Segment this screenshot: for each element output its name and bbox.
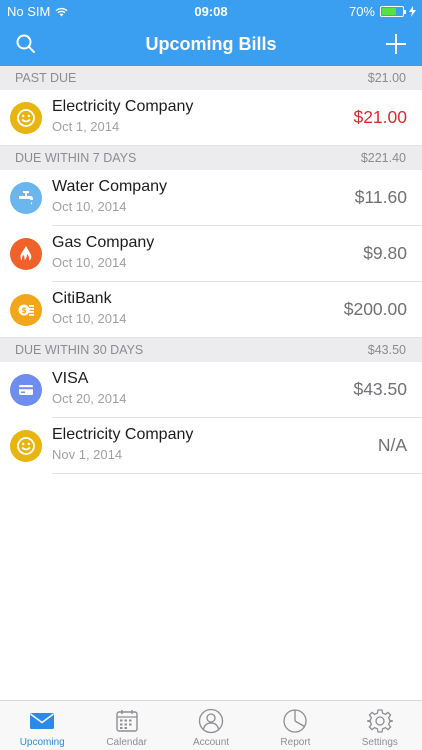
section-title: PAST DUE xyxy=(15,71,77,85)
bill-text: CitiBank Oct 10, 2014 xyxy=(52,289,126,327)
bill-amount: $21.00 xyxy=(353,107,407,127)
section-header-7-days: DUE WITHIN 7 DAYS $221.40 xyxy=(0,146,422,170)
coins-icon: $ xyxy=(10,294,42,326)
tab-label: Upcoming xyxy=(19,737,65,748)
bill-date: Oct 20, 2014 xyxy=(52,391,127,406)
tab-bar: Upcoming Calendar Account Report Setting… xyxy=(0,700,422,750)
bill-date: Oct 10, 2014 xyxy=(52,311,127,326)
bill-amount: $11.60 xyxy=(354,187,407,207)
battery-fill xyxy=(382,8,396,15)
pie-chart-icon xyxy=(282,708,308,734)
bill-date: Oct 10, 2014 xyxy=(52,255,127,270)
section-header-past-due: PAST DUE $21.00 xyxy=(0,66,422,90)
bill-amount: $9.80 xyxy=(363,243,407,263)
smiley-icon xyxy=(10,102,42,134)
battery-icon xyxy=(380,6,406,17)
credit-card-icon xyxy=(10,374,42,406)
flame-icon xyxy=(10,238,42,270)
bill-name: Gas Company xyxy=(52,234,155,251)
bill-date: Nov 1, 2014 xyxy=(52,447,123,462)
section-total: $43.50 xyxy=(367,343,406,357)
tab-settings[interactable]: Settings xyxy=(338,701,422,750)
svg-text:$: $ xyxy=(21,306,27,315)
bill-amount: $200.00 xyxy=(343,299,407,319)
tab-report[interactable]: Report xyxy=(253,701,337,750)
tab-upcoming[interactable]: Upcoming xyxy=(0,701,84,750)
bill-text: Electricity Company Oct 1, 2014 xyxy=(52,97,193,135)
envelope-icon xyxy=(29,708,55,734)
bill-name: Electricity Company xyxy=(52,98,194,115)
plus-icon xyxy=(386,34,406,54)
tab-label: Calendar xyxy=(106,737,147,748)
bill-row[interactable]: Electricity Company Oct 1, 2014 $21.00 xyxy=(0,90,422,146)
bill-date: Oct 10, 2014 xyxy=(52,199,127,214)
bill-date: Oct 1, 2014 xyxy=(52,119,120,134)
bill-amount: N/A xyxy=(377,435,407,455)
bill-row[interactable]: VISA Oct 20, 2014 $43.50 xyxy=(0,362,422,418)
bill-text: VISA Oct 20, 2014 xyxy=(52,369,126,407)
tab-calendar[interactable]: Calendar xyxy=(84,701,168,750)
add-bill-button[interactable] xyxy=(384,32,408,56)
tab-label: Report xyxy=(280,737,311,748)
section-total: $21.00 xyxy=(367,71,406,85)
bill-name: Electricity Company xyxy=(52,426,194,443)
tab-label: Account xyxy=(192,737,230,748)
bill-name: VISA xyxy=(52,370,89,387)
section-title: DUE WITHIN 30 DAYS xyxy=(15,343,144,357)
tab-account[interactable]: Account xyxy=(169,701,253,750)
bill-row[interactable]: Electricity Company Nov 1, 2014 N/A xyxy=(0,418,422,474)
bill-row[interactable]: $ CitiBank Oct 10, 2014 $200.00 xyxy=(0,282,422,338)
smiley-icon xyxy=(10,430,42,462)
page-title: Upcoming Bills xyxy=(145,34,277,54)
battery-percent: 70% xyxy=(348,4,375,19)
bill-text: Gas Company Oct 10, 2014 xyxy=(52,233,154,271)
status-battery: 70% xyxy=(349,4,416,19)
charging-icon xyxy=(409,6,416,17)
bill-text: Water Company Oct 10, 2014 xyxy=(52,177,167,215)
navigation-bar: Upcoming Bills xyxy=(0,22,422,66)
faucet-icon xyxy=(10,182,42,214)
section-total: $221.40 xyxy=(360,151,406,165)
status-bar: No SIM 09:08 70% xyxy=(0,0,422,22)
person-icon xyxy=(198,708,224,734)
bill-amount: $43.50 xyxy=(353,379,407,399)
bills-list: PAST DUE $21.00 Electricity Company Oct … xyxy=(0,66,422,474)
section-title: DUE WITHIN 7 DAYS xyxy=(15,151,137,165)
tab-label: Settings xyxy=(361,737,398,748)
top-bar: No SIM 09:08 70% Upcoming Bills xyxy=(0,0,422,66)
bill-name: Water Company xyxy=(52,178,167,195)
section-header-30-days: DUE WITHIN 30 DAYS $43.50 xyxy=(0,338,422,362)
calendar-icon xyxy=(114,708,140,734)
bill-text: Electricity Company Nov 1, 2014 xyxy=(52,425,193,463)
bill-row[interactable]: Water Company Oct 10, 2014 $11.60 xyxy=(0,170,422,226)
bill-row[interactable]: Gas Company Oct 10, 2014 $9.80 xyxy=(0,226,422,282)
bill-name: CitiBank xyxy=(52,290,112,307)
gear-icon xyxy=(366,708,393,734)
